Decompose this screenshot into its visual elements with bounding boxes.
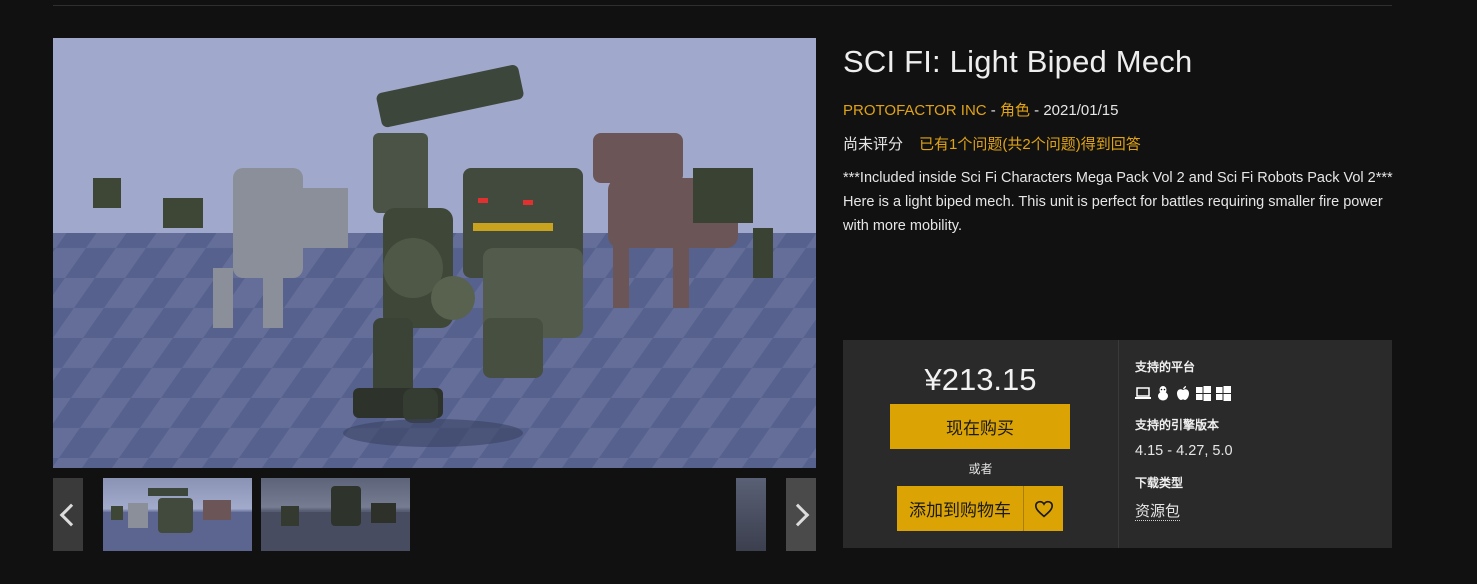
engine-version-label: 支持的引擎版本 [1135, 418, 1220, 432]
thumbnail-1[interactable] [103, 478, 252, 551]
thumbnail-2[interactable] [261, 478, 410, 551]
category-link[interactable]: 角色 [1000, 102, 1030, 119]
download-type-value: 资源包 [1135, 500, 1181, 521]
panel-divider [1118, 340, 1119, 548]
laptop-icon [1135, 385, 1151, 401]
top-divider [53, 5, 1392, 6]
windows-icon [1195, 385, 1211, 401]
meta-separator: - [986, 102, 1000, 119]
chevron-left-icon [59, 503, 83, 526]
thumbnail-3[interactable] [736, 478, 766, 551]
rating-row: 尚未评分 已有1个问题(共2个问题)得到回答 [843, 133, 1141, 154]
download-type-label: 下载类型 [1135, 476, 1184, 490]
product-meta: PROTOFACTOR INC - 角色 - 2021/01/15 [843, 99, 1118, 120]
wishlist-button[interactable] [1024, 486, 1063, 531]
release-date: 2021/01/15 [1043, 102, 1119, 119]
buy-now-button[interactable]: 现在购买 [890, 404, 1070, 449]
platforms-label: 支持的平台 [1135, 360, 1196, 374]
heart-icon [1034, 500, 1053, 517]
download-type-link[interactable]: 资源包 [1135, 503, 1181, 521]
price: ¥213.15 [924, 362, 1037, 397]
engine-version-value: 4.15 - 4.27, 5.0 [1135, 443, 1233, 459]
qa-link[interactable]: 已有1个问题(共2个问题)得到回答 [919, 136, 1141, 153]
product-description: ***Included inside Sci Fi Characters Meg… [843, 170, 1393, 234]
windows-icon [1215, 385, 1231, 401]
or-label: 或者 [968, 462, 993, 476]
add-to-cart-button[interactable]: 添加到购物车 [897, 486, 1023, 531]
chevron-right-icon [786, 503, 810, 526]
platform-icons [1135, 385, 1231, 401]
purchase-panel: ¥213.15 现在购买 或者 添加到购物车 支持的平台 支持的引擎版本 4.1… [843, 340, 1392, 548]
apple-icon [1175, 385, 1191, 401]
rating-text: 尚未评分 [843, 136, 904, 153]
seller-link[interactable]: PROTOFACTOR INC [843, 102, 987, 119]
product-main-image[interactable] [53, 38, 816, 468]
product-title: SCI FI: Light Biped Mech [843, 44, 1193, 79]
linux-icon [1155, 385, 1171, 401]
thumbnail-next-button[interactable] [786, 478, 816, 551]
meta-separator: - [1030, 102, 1044, 119]
thumbnail-prev-button[interactable] [53, 478, 83, 551]
